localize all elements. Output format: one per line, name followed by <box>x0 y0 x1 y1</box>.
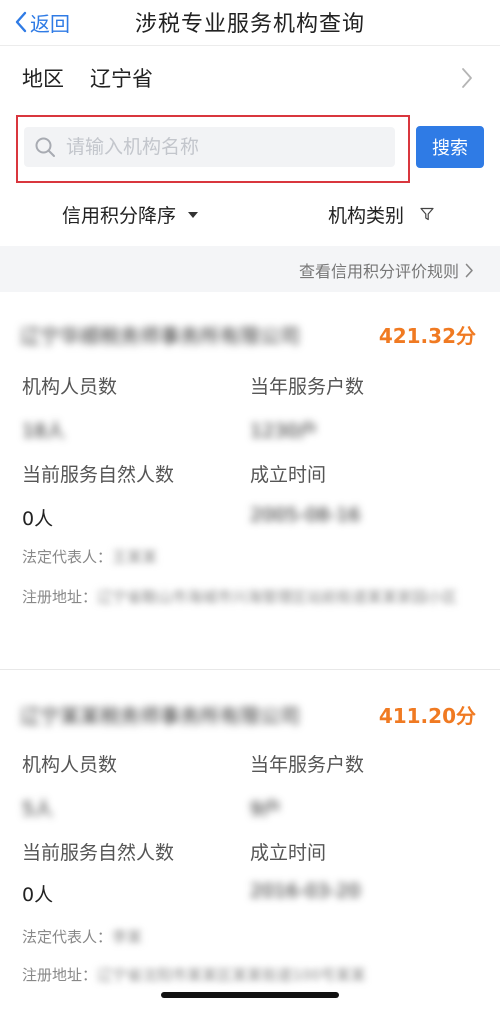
client-count-label: 当年服务户数 <box>250 754 365 776</box>
client-count-label: 当年服务户数 <box>250 376 365 398</box>
staff-count-label: 机构人员数 <box>22 754 118 776</box>
filter-funnel-icon <box>420 207 434 221</box>
sort-dropdown[interactable]: 信用积分降序 <box>62 198 199 230</box>
org-card[interactable]: 辽宁某某税务师事务所有限公司 411.20分 机构人员数 当年服务户数 5人 9… <box>0 672 500 1010</box>
natural-person-value: 0人 <box>22 884 54 906</box>
founded-value: 2005-08-16 <box>250 504 361 526</box>
founded-label: 成立时间 <box>250 842 327 864</box>
region-label: 地区 <box>22 67 64 91</box>
client-count-value: 1230户 <box>250 420 318 442</box>
search-field[interactable] <box>24 127 395 167</box>
founded-value: 2016-03-20 <box>250 880 361 902</box>
staff-count-label: 机构人员数 <box>22 376 118 398</box>
natural-person-label: 当前服务自然人数 <box>22 842 175 864</box>
founded-label: 成立时间 <box>250 464 327 486</box>
page-title: 涉税专业服务机构查询 <box>134 12 365 37</box>
legal-rep-row: 法定代表人：王某某 <box>22 546 157 567</box>
credit-rules-label: 查看信用积分评价规则 <box>298 262 459 281</box>
rules-bar: 查看信用积分评价规则 <box>0 246 500 292</box>
org-name: 辽宁某某税务师事务所有限公司 <box>20 704 300 728</box>
home-indicator <box>161 992 339 998</box>
category-label: 机构类别 <box>328 204 405 227</box>
credit-score: 421.32分 <box>378 324 476 348</box>
staff-count-value: 18人 <box>22 420 66 442</box>
legal-rep-value: 李某 <box>112 928 143 946</box>
sort-label: 信用积分降序 <box>62 204 177 227</box>
address-row: 注册地址：辽宁省鞍山市海城市兴海管理区站前街道某某家园小区 <box>22 586 482 608</box>
address-label: 注册地址： <box>22 588 98 606</box>
address-row: 注册地址：辽宁省沈阳市某某区某某街道100号某某 <box>22 964 482 986</box>
natural-person-value: 0人 <box>22 508 54 530</box>
legal-rep-value: 王某某 <box>112 548 158 566</box>
legal-rep-row: 法定代表人：李某 <box>22 926 142 947</box>
staff-count-value: 5人 <box>22 798 54 820</box>
client-count-value: 9户 <box>250 798 282 820</box>
caret-down-icon <box>188 212 199 218</box>
address-value: 辽宁省鞍山市海城市兴海管理区站前街道某某家园小区 <box>97 588 458 606</box>
chevron-right-icon <box>462 68 472 88</box>
credit-score: 411.20分 <box>378 704 476 728</box>
nav-bar: 返回 涉税专业服务机构查询 <box>0 0 500 46</box>
search-input[interactable] <box>66 136 366 158</box>
legal-rep-label: 法定代表人： <box>22 928 113 946</box>
region-selector[interactable]: 地区 辽宁省 <box>0 56 500 100</box>
org-name: 辽宁华顺税务师事务所有限公司 <box>20 324 300 348</box>
category-filter[interactable]: 机构类别 <box>328 198 434 230</box>
credit-rules-link[interactable]: 查看信用积分评价规则 <box>299 258 474 282</box>
search-icon <box>35 137 55 157</box>
legal-rep-label: 法定代表人： <box>22 548 113 566</box>
natural-person-label: 当前服务自然人数 <box>22 464 175 486</box>
org-card[interactable]: 辽宁华顺税务师事务所有限公司 421.32分 机构人员数 当年服务户数 18人 … <box>0 292 500 670</box>
chevron-right-icon <box>465 263 473 277</box>
search-button[interactable]: 搜索 <box>416 126 484 168</box>
address-value: 辽宁省沈阳市某某区某某街道100号某某 <box>97 966 366 984</box>
region-value: 辽宁省 <box>90 67 153 91</box>
address-label: 注册地址： <box>22 966 98 984</box>
